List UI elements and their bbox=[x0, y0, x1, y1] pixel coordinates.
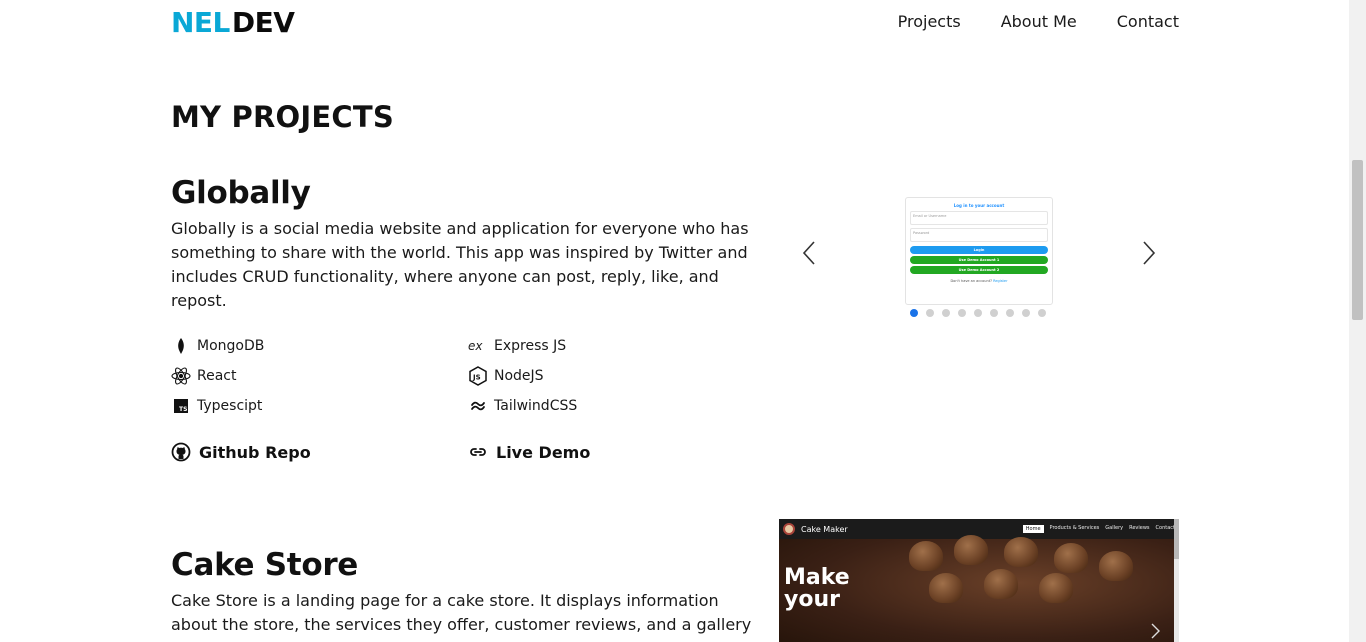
screenshot-username-input: Email or Username bbox=[910, 211, 1048, 225]
section-title: MY PROJECTS bbox=[171, 100, 394, 134]
screenshot-demo2-button: Use Demo Account 2 bbox=[910, 266, 1048, 274]
nav-links: Projects About Me Contact bbox=[898, 12, 1179, 31]
cake-swirl bbox=[984, 569, 1018, 599]
cake-swirl bbox=[929, 573, 963, 603]
mongodb-icon bbox=[178, 338, 184, 354]
carousel-dot[interactable] bbox=[958, 309, 966, 317]
tech-item-nodejs: JS NodeJS bbox=[468, 365, 765, 387]
navbar: NELDEV Projects About Me Contact bbox=[171, 0, 1179, 46]
cake-swirl bbox=[1039, 573, 1073, 603]
live-demo-link[interactable]: Live Demo bbox=[468, 442, 765, 462]
screenshot-menu-products: Products & Services bbox=[1049, 525, 1100, 531]
page-scrollbar-thumb[interactable] bbox=[1352, 160, 1363, 320]
tech-label: Typescipt bbox=[197, 398, 263, 414]
screenshot-menu-gallery: Gallery bbox=[1105, 525, 1124, 531]
screenshot-menu-reviews: Reviews bbox=[1129, 525, 1150, 531]
screenshot-footer: Don't have an account? Register bbox=[910, 279, 1048, 283]
react-icon bbox=[171, 367, 191, 385]
tech-item-react: React bbox=[171, 365, 468, 387]
live-demo-label: Live Demo bbox=[496, 442, 591, 462]
tech-item-tailwind: TailwindCSS bbox=[468, 395, 765, 417]
cake-swirl bbox=[954, 535, 988, 565]
nodejs-icon: JS bbox=[469, 366, 487, 386]
carousel-dot[interactable] bbox=[1022, 309, 1030, 317]
cake-swirl bbox=[1054, 543, 1088, 573]
screenshot-footer-text: Don't have an account? bbox=[950, 279, 992, 283]
screenshot-menu-contact: Contact bbox=[1155, 525, 1175, 531]
chevron-left-icon[interactable] bbox=[795, 238, 825, 268]
carousel-slide-image: Log in to your account Email or Username… bbox=[905, 197, 1053, 305]
nav-link-about[interactable]: About Me bbox=[1001, 12, 1077, 31]
carousel-dot[interactable] bbox=[990, 309, 998, 317]
site-logo[interactable]: NELDEV bbox=[171, 6, 295, 39]
screenshot-password-input: Password bbox=[910, 228, 1048, 242]
tech-label: TailwindCSS bbox=[494, 398, 578, 414]
screenshot-menu-home: Home bbox=[1022, 525, 1044, 533]
carousel-dot[interactable] bbox=[974, 309, 982, 317]
tech-label: NodeJS bbox=[494, 368, 544, 384]
screenshot-hero: Make your bbox=[779, 535, 1179, 642]
screenshot-headline: Make your bbox=[784, 567, 850, 611]
screenshot-login-title: Log in to your account bbox=[953, 203, 1005, 208]
logo-nel: NEL bbox=[171, 6, 230, 39]
screenshot-scrollbar bbox=[1174, 519, 1179, 642]
screenshot-brand: Cake Maker bbox=[801, 524, 848, 534]
project-carousel: Log in to your account Email or Username… bbox=[779, 170, 1179, 360]
svg-text:JS: JS bbox=[472, 374, 481, 382]
cake-store-screenshot: Cake Maker Home Products & Services Gall… bbox=[779, 519, 1179, 642]
tech-label: Express JS bbox=[494, 338, 567, 354]
tech-label: React bbox=[197, 368, 237, 384]
express-icon: ex bbox=[468, 339, 483, 353]
carousel-dot[interactable] bbox=[910, 309, 918, 317]
cake-swirl bbox=[909, 541, 943, 571]
typescript-icon: TS bbox=[174, 399, 188, 413]
tech-item-typescript: TS Typescipt bbox=[171, 395, 468, 417]
nav-link-contact[interactable]: Contact bbox=[1117, 12, 1179, 31]
project-card-globally: Globally Globally is a social media webs… bbox=[171, 175, 1179, 475]
project-links: Github Repo Live Demo bbox=[171, 442, 771, 462]
screenshot-login-button: Login bbox=[910, 246, 1048, 254]
screenshot-register-link: Register bbox=[993, 279, 1008, 283]
carousel-dot[interactable] bbox=[1006, 309, 1014, 317]
link-icon bbox=[470, 448, 486, 456]
screenshot-menu: Home Products & Services Gallery Reviews… bbox=[1022, 525, 1175, 533]
tech-label: MongoDB bbox=[197, 338, 265, 354]
tech-item-express: ex Express JS bbox=[468, 335, 765, 357]
github-repo-link[interactable]: Github Repo bbox=[171, 442, 468, 462]
chevron-right-icon[interactable] bbox=[1145, 621, 1165, 641]
page-scrollbar[interactable] bbox=[1349, 0, 1366, 642]
screenshot-headline-line2: your bbox=[784, 587, 840, 612]
cake-swirl bbox=[1099, 551, 1133, 581]
tailwind-icon bbox=[471, 401, 485, 411]
logo-dev: DEV bbox=[231, 6, 295, 39]
project-description: Globally is a social media website and a… bbox=[171, 219, 749, 310]
carousel-dot[interactable] bbox=[926, 309, 934, 317]
project-card-cake-store: Cake Store Cake Store is a landing page … bbox=[171, 519, 1179, 642]
carousel-dots bbox=[910, 309, 1046, 317]
svg-text:ex: ex bbox=[468, 339, 483, 353]
project-description: Cake Store is a landing page for a cake … bbox=[171, 591, 752, 634]
carousel-dot[interactable] bbox=[1038, 309, 1046, 317]
screenshot-headline-line1: Make bbox=[784, 565, 850, 590]
tech-item-mongodb: MongoDB bbox=[171, 335, 468, 357]
github-repo-label: Github Repo bbox=[199, 442, 311, 462]
svg-text:TS: TS bbox=[179, 406, 187, 413]
chevron-right-icon[interactable] bbox=[1133, 238, 1163, 268]
screenshot-demo1-button: Use Demo Account 1 bbox=[910, 256, 1048, 264]
tech-stack: MongoDB ex Express JS React JS NodeJS TS… bbox=[171, 335, 771, 417]
nav-link-projects[interactable]: Projects bbox=[898, 12, 961, 31]
cake-swirl bbox=[1004, 537, 1038, 567]
cake-logo-icon bbox=[783, 523, 795, 535]
carousel-dot[interactable] bbox=[942, 309, 950, 317]
github-icon bbox=[171, 442, 191, 462]
